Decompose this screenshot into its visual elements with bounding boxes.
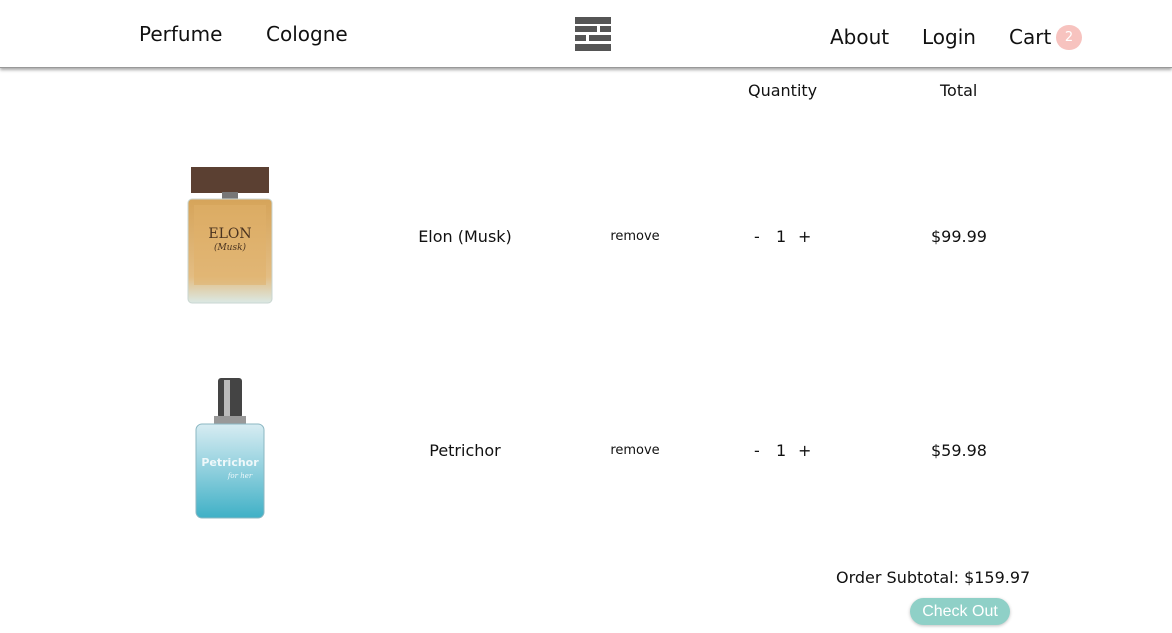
bottle-script-text: for her bbox=[227, 472, 253, 480]
perfume-bottle-amber-image: ELON (Musk) bbox=[187, 167, 273, 304]
nav-cologne[interactable]: Cologne bbox=[266, 22, 348, 46]
column-header-total: Total bbox=[940, 81, 978, 100]
quantity-increment-button[interactable]: + bbox=[798, 441, 811, 460]
cart-item-row: ELON (Musk) Elon (Musk) remove - 1 + $99… bbox=[0, 152, 1172, 322]
line-total: $99.99 bbox=[931, 227, 987, 246]
quantity-decrement-button[interactable]: - bbox=[754, 441, 760, 460]
nav-login[interactable]: Login bbox=[922, 25, 976, 49]
nav-cart[interactable]: Cart bbox=[1009, 25, 1051, 49]
quantity-decrement-button[interactable]: - bbox=[754, 227, 760, 246]
line-total: $59.98 bbox=[931, 441, 987, 460]
cart-count-badge[interactable]: 2 bbox=[1056, 25, 1082, 50]
site-header: Perfume Cologne About Login Cart 2 bbox=[0, 0, 1172, 68]
quantity-value: 1 bbox=[776, 227, 787, 246]
quantity-increment-button[interactable]: + bbox=[798, 227, 811, 246]
product-name[interactable]: Elon (Musk) bbox=[365, 227, 565, 246]
cart-item-row: Petrichor for her Petrichor remove - 1 +… bbox=[0, 366, 1172, 536]
product-name[interactable]: Petrichor bbox=[365, 441, 565, 460]
nav-about[interactable]: About bbox=[830, 25, 889, 49]
order-subtotal: Order Subtotal: $159.97 bbox=[836, 568, 1031, 587]
bottle-label-text: Petrichor bbox=[201, 456, 259, 469]
remove-button[interactable]: remove bbox=[605, 443, 665, 458]
nav-perfume[interactable]: Perfume bbox=[139, 22, 222, 46]
logo-icon[interactable] bbox=[575, 17, 611, 51]
checkout-button[interactable]: Check Out bbox=[910, 598, 1010, 625]
quantity-value: 1 bbox=[776, 441, 787, 460]
remove-button[interactable]: remove bbox=[605, 229, 665, 244]
bottle-label-text: ELON bbox=[208, 226, 251, 242]
perfume-bottle-blue-image: Petrichor for her bbox=[195, 378, 265, 519]
column-header-quantity: Quantity bbox=[748, 81, 818, 100]
bottle-script-text: (Musk) bbox=[214, 242, 247, 253]
